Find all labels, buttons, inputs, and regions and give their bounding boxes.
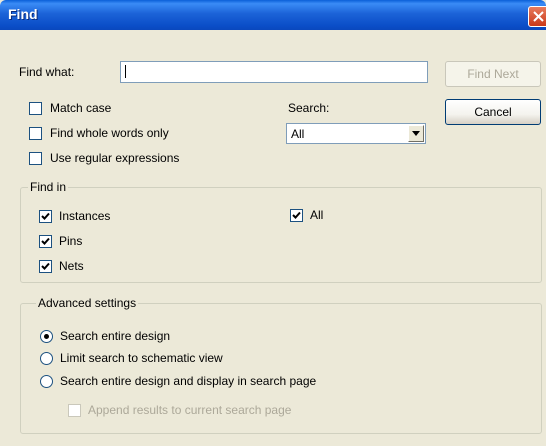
- dropdown-button[interactable]: [408, 125, 424, 142]
- title-bar[interactable]: Find: [0, 0, 546, 30]
- pins-checkbox[interactable]: [39, 235, 52, 248]
- advanced-settings-legend: Advanced settings: [36, 296, 139, 310]
- checkmark-icon: [41, 212, 50, 220]
- instances-label: Instances: [59, 209, 111, 223]
- search-selected-value: All: [291, 127, 305, 141]
- checkmark-icon: [41, 237, 50, 245]
- cancel-button[interactable]: Cancel: [445, 99, 541, 125]
- find-what-input[interactable]: [120, 61, 428, 83]
- checkmark-icon: [292, 211, 301, 219]
- all-checkbox[interactable]: [290, 209, 303, 222]
- window-title: Find: [8, 6, 38, 22]
- instances-checkbox[interactable]: [39, 210, 52, 223]
- nets-checkbox[interactable]: [39, 260, 52, 273]
- whole-words-checkbox[interactable]: [29, 127, 42, 140]
- find-next-button[interactable]: Find Next: [445, 61, 541, 87]
- regex-checkbox[interactable]: [29, 152, 42, 165]
- search-page-radio[interactable]: [40, 375, 53, 388]
- checkmark-icon: [41, 262, 50, 270]
- close-button[interactable]: [528, 6, 546, 27]
- find-in-group: [20, 187, 542, 283]
- entire-design-radio[interactable]: [40, 330, 53, 343]
- match-case-label: Match case: [50, 101, 112, 115]
- append-results-checkbox[interactable]: [68, 404, 81, 417]
- append-results-label: Append results to current search page: [88, 403, 292, 417]
- pins-label: Pins: [59, 234, 83, 248]
- whole-words-label: Find whole words only: [50, 126, 169, 140]
- match-case-checkbox[interactable]: [29, 102, 42, 115]
- entire-design-label: Search entire design: [60, 329, 171, 343]
- regex-label: Use regular expressions: [50, 151, 180, 165]
- all-label: All: [310, 208, 324, 222]
- schematic-view-label: Limit search to schematic view: [60, 351, 223, 365]
- search-select[interactable]: All: [286, 123, 426, 144]
- search-label: Search:: [288, 101, 330, 115]
- text-caret: [125, 65, 126, 78]
- nets-label: Nets: [59, 259, 84, 273]
- search-page-label: Search entire design and display in sear…: [60, 374, 317, 388]
- schematic-view-radio[interactable]: [40, 352, 53, 365]
- find-what-label: Find what:: [19, 65, 75, 79]
- radio-dot: [44, 334, 49, 339]
- find-in-legend: Find in: [28, 180, 69, 194]
- find-dialog: Find Find what: Find Next Cancel Match c…: [0, 0, 546, 446]
